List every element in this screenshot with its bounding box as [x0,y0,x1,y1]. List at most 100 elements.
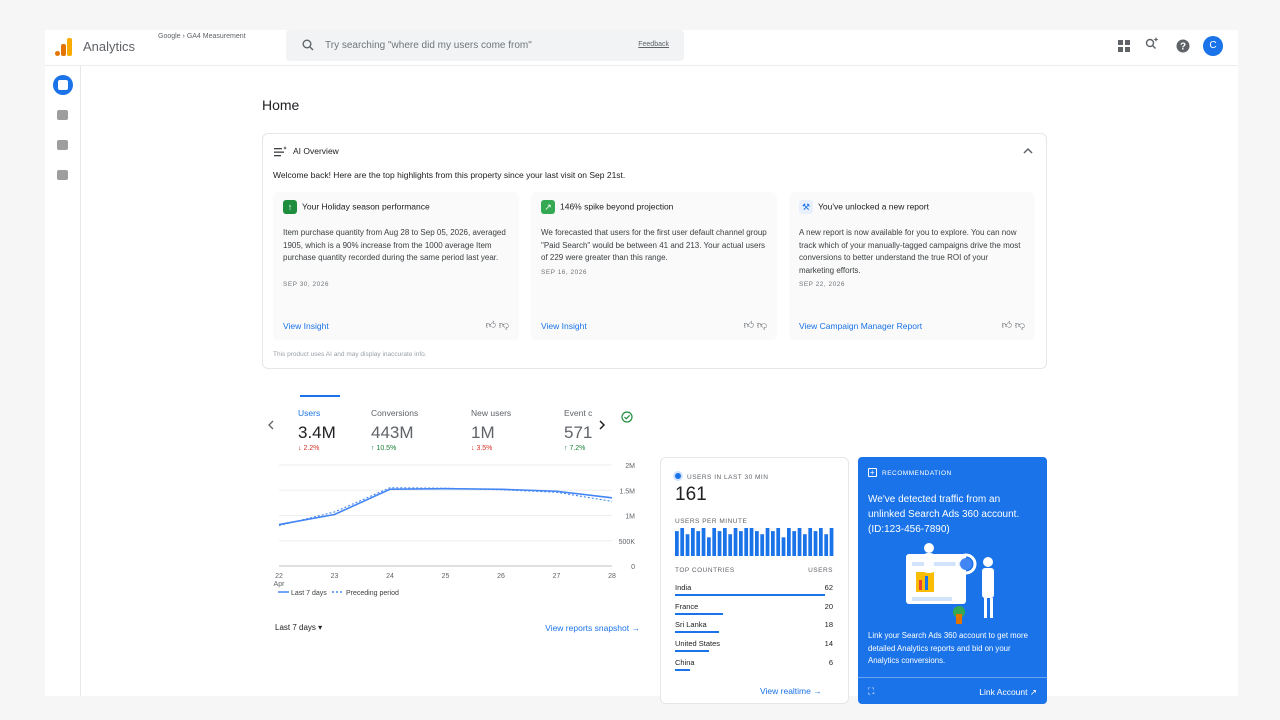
top-bar: Analytics Google › GA4 Measurement Try s… [45,30,1238,66]
date-range-label: Last 7 days [275,623,316,632]
view-reports-snapshot-label: View reports snapshot [545,623,630,633]
insight-card-header: ↗ 146% spike beyond projection [541,200,673,214]
search-bar[interactable]: Try searching "where did my users come f… [286,30,684,61]
users-per-minute-label: USERS PER MINUTE [675,518,748,525]
left-navigation [45,66,81,696]
minute-bar [803,534,807,556]
ai-overview-header: AI Overview [274,146,339,157]
x-tick-sublabel: Apr [274,581,286,588]
country-row: China 6 [675,658,833,677]
country-name: France [675,601,699,611]
apps-grid-icon[interactable] [1117,39,1131,53]
view-campaign-report-link[interactable]: View Campaign Manager Report [799,321,922,331]
metric-label: Event c [564,408,593,418]
insight-card-header: ↑ Your Holiday season performance [283,200,430,214]
x-tick-label: 24 [386,573,394,580]
recommendation-footer: ⛶ Link Account ↗ [858,677,1047,704]
view-realtime-label: View realtime [760,686,811,696]
minute-bar [824,534,829,556]
country-bar [675,594,825,596]
nav-reports-icon[interactable] [53,105,73,125]
y-tick-label: 1M [625,514,635,521]
minute-bar [691,528,695,556]
chevron-up-icon[interactable] [1022,145,1034,157]
minute-bar [781,537,786,556]
trending-up-icon: ↗ [541,200,555,214]
caret-down-icon: ▾ [318,623,323,632]
search-insights-icon[interactable] [1145,36,1159,50]
minute-bar [749,528,754,556]
search-icon [302,39,314,51]
thumbs-down-icon[interactable]: 👎︎ [499,320,509,331]
country-name: United States [675,639,721,649]
minute-bar [744,528,749,556]
feedback-thumbs: 👍︎ 👎︎ [1002,319,1025,331]
svg-text:?: ? [1180,42,1186,53]
feedback-link[interactable]: Feedback [638,41,669,48]
minute-bar [813,531,818,556]
country-users: 6 [828,657,833,667]
x-tick-label: 26 [497,573,505,580]
top-countries-header: TOP COUNTRIES [675,567,735,574]
breadcrumb[interactable]: Google › GA4 Measurement [158,33,246,40]
x-tick-label: 25 [442,573,450,580]
account-avatar[interactable]: C [1203,36,1223,56]
thumbs-up-icon[interactable]: 👍︎ [1002,320,1012,331]
minute-bar [680,528,685,556]
date-range-dropdown[interactable]: Last 7 days ▾ [275,623,322,632]
insight-card: ↑ Your Holiday season performance Item pu… [273,192,519,340]
metric-change: ↓ 3.5% [471,445,493,452]
metric-tab-event-count[interactable]: Event c 571 ↑ 7.2% [563,393,593,453]
thumbs-down-icon[interactable]: 👎︎ [1015,320,1025,331]
x-tick-label: 28 [608,573,616,580]
x-tick-label: 23 [331,573,339,580]
insight-card-title: 146% spike beyond projection [560,201,674,212]
view-insight-link[interactable]: View Insight [283,321,329,331]
country-users: 18 [824,620,833,630]
thumbs-up-icon[interactable]: 👍︎ [744,320,754,331]
view-realtime-link[interactable]: View realtime → [760,686,822,696]
metric-value: 3.4M [298,423,336,442]
nav-explore-icon[interactable] [53,135,73,155]
insight-card-body: A new report is now available for you to… [799,228,1021,275]
y-tick-label: 2M [625,463,635,470]
realtime-card: USERS IN LAST 30 MIN 161 USERS PER MINUT… [660,457,849,704]
analytics-app: Analytics Google › GA4 Measurement Try s… [45,30,1238,704]
help-icon[interactable]: ? [1176,39,1190,53]
page-title: Home [262,97,300,113]
thumbs-up-icon[interactable]: 👍︎ [486,320,496,331]
users-per-minute-bars [675,528,834,556]
country-users: 14 [824,639,833,649]
metrics-card: Users 3.4M ↓ 2.2% Conversions 443M ↑ 10.… [262,393,650,643]
arrow-right-icon: → [631,623,641,633]
insight-card-title: Your Holiday season performance [302,201,430,212]
chevron-left-icon[interactable] [267,419,275,431]
insight-card-body: Item purchase quantity from Aug 28 to Se… [283,228,506,262]
ai-sparkle-list-icon [274,146,287,157]
minute-bar [760,534,765,556]
recommendation-body: Link your Search Ads 360 account to get … [868,631,1028,665]
view-insight-link[interactable]: View Insight [541,321,587,331]
chevron-right-icon[interactable] [598,419,606,431]
thumbs-down-icon[interactable]: 👎︎ [757,320,767,331]
insight-card-header: ⚒ You've unlocked a new report [799,200,929,214]
minute-bar [707,537,711,556]
country-users: 20 [824,601,833,611]
minute-bar [829,528,834,556]
country-row: France 20 [675,602,833,621]
country-row: Sri Lanka 18 [675,620,833,639]
minute-bar [675,531,679,556]
nav-home-icon[interactable] [53,75,73,95]
minute-bar [787,528,791,556]
minute-bar [797,528,802,556]
realtime-title: USERS IN LAST 30 MIN [675,473,768,481]
arrow-up-icon: ↑ [283,200,297,214]
feedback-thumbs: 👍︎ 👎︎ [486,319,509,331]
nav-advertising-icon[interactable] [53,165,73,185]
metric-change: ↓ 2.2% [298,445,320,452]
search-placeholder: Try searching "where did my users come f… [325,40,532,51]
expand-icon[interactable]: ⛶ [868,686,874,697]
country-row: India 62 [675,583,833,602]
view-reports-snapshot-link[interactable]: View reports snapshot → [545,623,640,633]
link-account-button[interactable]: Link Account ↗ [979,687,1037,698]
